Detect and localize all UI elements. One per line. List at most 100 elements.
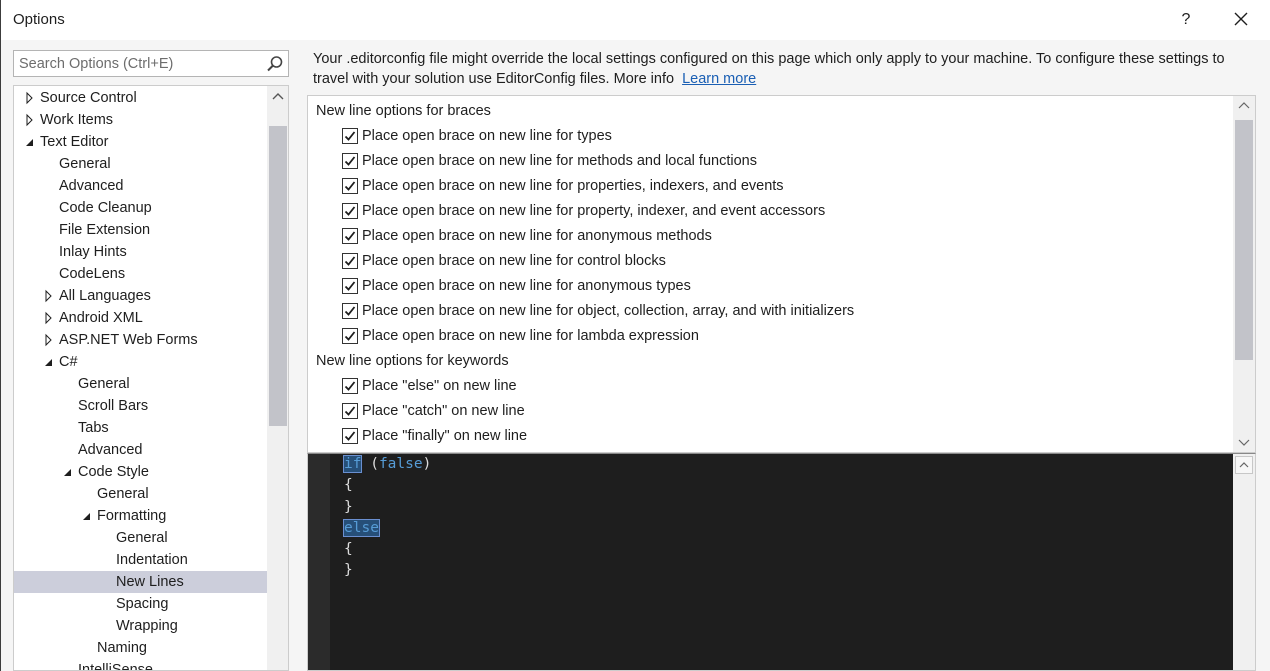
tree-item[interactable]: File Extension	[14, 219, 267, 241]
option-checkbox[interactable]	[342, 428, 358, 444]
tree-scroll-thumb[interactable]	[269, 126, 287, 426]
close-icon	[1234, 12, 1248, 26]
tree-item[interactable]: Tabs	[14, 417, 267, 439]
code-preview: if (false) {} else {}	[307, 453, 1256, 671]
tree-item-label: Code Cleanup	[59, 200, 152, 216]
code-token: {	[344, 541, 353, 558]
collapsed-arrow-icon[interactable]	[43, 285, 55, 307]
option-checkbox[interactable]	[342, 303, 358, 319]
tree-item-label: Spacing	[116, 596, 169, 612]
tree-item[interactable]: ASP.NET Web Forms	[14, 329, 267, 351]
code-line: {	[344, 539, 431, 560]
code-token: (	[361, 456, 379, 472]
tree-item[interactable]: Work Items	[14, 109, 267, 131]
tree-item-label: Indentation	[116, 552, 188, 568]
preview-scroll-up[interactable]	[1235, 456, 1253, 474]
option-checkbox[interactable]	[342, 253, 358, 269]
options-list: New line options for braces Place open br…	[307, 95, 1256, 453]
learn-more-link[interactable]: Learn more	[682, 71, 756, 87]
option-checkbox[interactable]	[342, 178, 358, 194]
tree-item[interactable]: Source Control	[14, 87, 267, 109]
code-line: if (false)	[342, 454, 431, 475]
tree-item-label: New Lines	[116, 574, 184, 590]
tree-item-label: General	[78, 376, 130, 392]
tree-item[interactable]: General	[14, 483, 267, 505]
tree-item-label: Code Style	[78, 464, 149, 480]
scroll-up-icon[interactable]	[1237, 100, 1251, 110]
tree-item[interactable]: General	[14, 373, 267, 395]
tree-item[interactable]: Naming	[14, 637, 267, 659]
option-checkbox[interactable]	[342, 153, 358, 169]
tree-item[interactable]: C#	[14, 351, 267, 373]
search-input[interactable]	[14, 51, 262, 76]
checkmark-icon	[344, 331, 356, 341]
scroll-up-icon[interactable]	[269, 88, 287, 106]
tree-item[interactable]: Android XML	[14, 307, 267, 329]
checkmark-icon	[344, 156, 356, 166]
tree-item[interactable]: CodeLens	[14, 263, 267, 285]
tree-item[interactable]: IntelliSense	[14, 659, 267, 671]
checkmark-icon	[344, 256, 356, 266]
option-checkbox[interactable]	[342, 328, 358, 344]
checkmark-icon	[344, 306, 356, 316]
option-checkbox[interactable]	[342, 128, 358, 144]
collapsed-arrow-icon[interactable]	[24, 87, 36, 109]
collapsed-arrow-icon[interactable]	[43, 329, 55, 351]
options-scroll-thumb[interactable]	[1235, 120, 1253, 360]
tree-item-label: Wrapping	[116, 618, 178, 634]
option-label: Place open brace on new line for types	[362, 128, 612, 144]
code-keyword: false	[378, 456, 423, 472]
preview-scrollbar[interactable]	[1233, 454, 1255, 670]
tree-item[interactable]: Wrapping	[14, 615, 267, 637]
tree-item[interactable]: Advanced	[14, 439, 267, 461]
tree-item[interactable]: General	[14, 153, 267, 175]
options-dialog: Options ? Source Control Work Items Text E…	[0, 0, 1270, 671]
tree-item[interactable]: Advanced	[14, 175, 267, 197]
tree-item[interactable]: All Languages	[14, 285, 267, 307]
expanded-arrow-icon[interactable]	[62, 461, 74, 483]
options-scrollbar[interactable]	[1233, 96, 1255, 452]
code-line: {	[344, 475, 431, 496]
editorconfig-info: Your .editorconfig file might override t…	[313, 49, 1258, 89]
tree-item-label: C#	[59, 354, 78, 370]
tree-item-label: Inlay Hints	[59, 244, 127, 260]
option-checkbox[interactable]	[342, 403, 358, 419]
help-button[interactable]: ?	[1173, 6, 1199, 34]
title-bar: Options ?	[1, 0, 1270, 40]
tree-item[interactable]: Text Editor	[14, 131, 267, 153]
tree-item[interactable]: Formatting	[14, 505, 267, 527]
option-label: Place open brace on new line for lambda …	[362, 328, 699, 344]
checkmark-icon	[344, 406, 356, 416]
tree-item[interactable]: New Lines	[14, 571, 267, 593]
tree-item[interactable]: Spacing	[14, 593, 267, 615]
close-button[interactable]	[1227, 6, 1255, 34]
collapsed-arrow-icon[interactable]	[24, 109, 36, 131]
checkmark-icon	[344, 131, 356, 141]
tree-item[interactable]: Scroll Bars	[14, 395, 267, 417]
option-label: Place open brace on new line for control…	[362, 253, 666, 269]
expanded-arrow-icon[interactable]	[24, 131, 36, 153]
tree-item[interactable]: General	[14, 527, 267, 549]
tree-item-label: Advanced	[78, 442, 143, 458]
tree-item-label: IntelliSense	[78, 662, 153, 671]
checkmark-icon	[344, 231, 356, 241]
option-checkbox[interactable]	[342, 228, 358, 244]
tree-scrollbar[interactable]	[267, 86, 288, 670]
tree-item[interactable]: Inlay Hints	[14, 241, 267, 263]
tree-item-label: ASP.NET Web Forms	[59, 332, 198, 348]
option-checkbox[interactable]	[342, 203, 358, 219]
tree-item[interactable]: Code Style	[14, 461, 267, 483]
options-group-heading: New line options for keywords	[316, 353, 509, 369]
code-keyword: else	[343, 518, 380, 537]
tree-item-label: Source Control	[40, 90, 137, 106]
tree-item[interactable]: Code Cleanup	[14, 197, 267, 219]
collapsed-arrow-icon[interactable]	[43, 307, 55, 329]
scroll-down-icon[interactable]	[1237, 438, 1251, 448]
option-checkbox[interactable]	[342, 278, 358, 294]
tree-item-label: General	[97, 486, 149, 502]
expanded-arrow-icon[interactable]	[81, 505, 93, 527]
option-checkbox[interactable]	[342, 378, 358, 394]
expanded-arrow-icon[interactable]	[43, 351, 55, 373]
search-icon[interactable]	[266, 55, 284, 73]
tree-item[interactable]: Indentation	[14, 549, 267, 571]
